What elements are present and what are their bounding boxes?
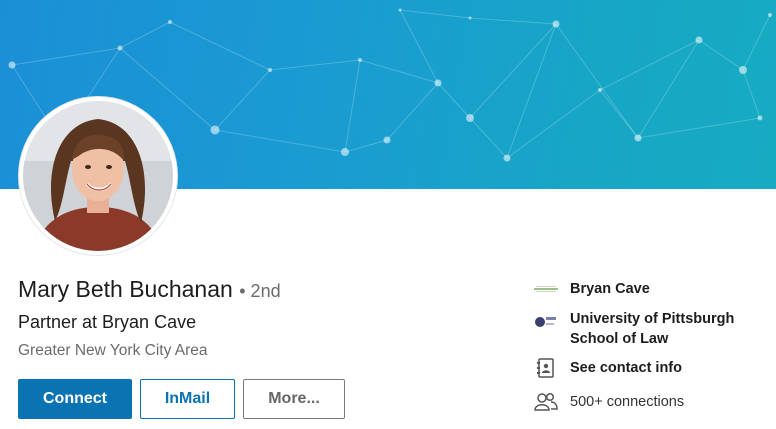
contact-info-link: See contact info (570, 360, 682, 376)
profile-photo (23, 101, 173, 251)
sidebar-connections[interactable]: 500+ connections (533, 391, 750, 413)
sidebar-contact-info[interactable]: See contact info (533, 357, 750, 379)
more-button[interactable]: More... (243, 379, 345, 419)
connection-degree: • 2nd (239, 281, 281, 301)
sidebar-company[interactable]: Bryan Cave (533, 279, 750, 299)
company-logo-icon (533, 279, 559, 299)
profile-name: Mary Beth Buchanan (18, 276, 233, 302)
school-name: University of Pittsburgh School of Law (570, 311, 735, 347)
company-name: Bryan Cave (570, 281, 650, 297)
school-logo-icon (533, 309, 559, 331)
name-row: Mary Beth Buchanan • 2nd (18, 276, 281, 303)
inmail-button[interactable]: InMail (140, 379, 235, 419)
profile-headline: Partner at Bryan Cave (18, 312, 197, 332)
sidebar-school[interactable]: University of Pittsburgh School of Law (533, 309, 750, 349)
contact-card-icon (533, 357, 559, 379)
profile-avatar[interactable] (19, 97, 177, 255)
connect-button[interactable]: Connect (18, 379, 132, 419)
connections-count: 500+ connections (570, 394, 685, 410)
profile-location: Greater New York City Area (18, 342, 208, 359)
connections-icon (533, 391, 559, 413)
